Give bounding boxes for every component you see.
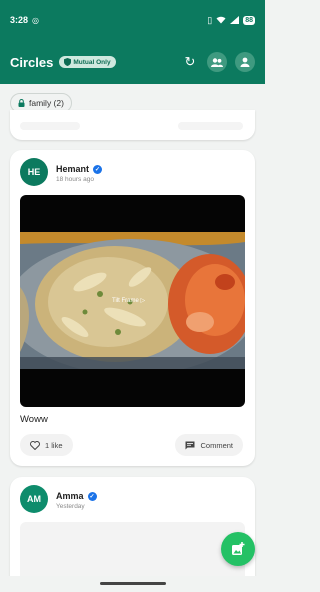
verified-icon: ✓ bbox=[87, 491, 97, 501]
author-name: Hemant bbox=[56, 164, 90, 174]
post-time: 18 hours ago bbox=[56, 176, 94, 183]
comment-icon bbox=[185, 441, 195, 449]
previous-like-button[interactable] bbox=[20, 122, 80, 130]
post-caption: Woww bbox=[20, 414, 48, 425]
mutual-only-toggle[interactable]: Mutual Only bbox=[59, 56, 116, 68]
vibrate-icon: ▯ bbox=[207, 14, 213, 25]
heart-icon bbox=[30, 440, 40, 450]
add-photo-icon bbox=[232, 542, 245, 555]
avatar[interactable]: HE bbox=[20, 158, 48, 186]
post-time: Yesterday bbox=[56, 503, 85, 510]
group-icon bbox=[211, 57, 223, 67]
lock-icon bbox=[18, 99, 25, 107]
status-time: 3:28 bbox=[10, 15, 29, 25]
comment-label: Comment bbox=[200, 440, 233, 450]
like-button[interactable]: 1 like bbox=[20, 434, 73, 456]
home-indicator[interactable] bbox=[100, 582, 166, 585]
notification-icon: ◎ bbox=[32, 15, 39, 25]
mutual-only-label: Mutual Only bbox=[73, 58, 111, 66]
person-icon bbox=[240, 57, 250, 67]
group-button[interactable] bbox=[207, 52, 227, 72]
post-author[interactable]: Hemant ✓ bbox=[56, 164, 103, 174]
verified-icon: ✓ bbox=[93, 164, 103, 174]
post-author[interactable]: Amma ✓ bbox=[56, 491, 97, 501]
shield-icon bbox=[64, 58, 72, 66]
app-header: Circles Mutual Only ↻ bbox=[0, 40, 265, 84]
post-photo[interactable]: Tilt Frame ▷ bbox=[20, 195, 245, 407]
signal-icon bbox=[230, 16, 240, 24]
wifi-icon bbox=[216, 16, 226, 24]
avatar[interactable]: AM bbox=[20, 485, 48, 513]
page-title: Circles bbox=[10, 54, 54, 70]
battery-icon: 88 bbox=[243, 15, 255, 25]
like-count: 1 like bbox=[45, 440, 63, 450]
photo-overlay-text: Tilt Frame ▷ bbox=[112, 298, 146, 304]
comment-button[interactable]: Comment bbox=[175, 434, 243, 456]
author-name: Amma bbox=[56, 491, 84, 501]
refresh-icon[interactable]: ↻ bbox=[181, 54, 199, 70]
profile-button[interactable] bbox=[235, 52, 255, 72]
add-photo-button[interactable] bbox=[221, 532, 255, 566]
previous-comment-button[interactable] bbox=[178, 122, 243, 130]
circle-filter-label: family (2) bbox=[29, 98, 64, 108]
status-bar: 3:28 ◎ ▯ 88 bbox=[0, 0, 265, 40]
post-card: HE Hemant ✓ 18 hours ago Tilt Frame ▷ Wo… bbox=[10, 150, 255, 466]
previous-post-card bbox=[10, 110, 255, 140]
post-card: AM Amma ✓ Yesterday bbox=[10, 477, 255, 592]
status-icons: ▯ 88 bbox=[207, 15, 255, 26]
